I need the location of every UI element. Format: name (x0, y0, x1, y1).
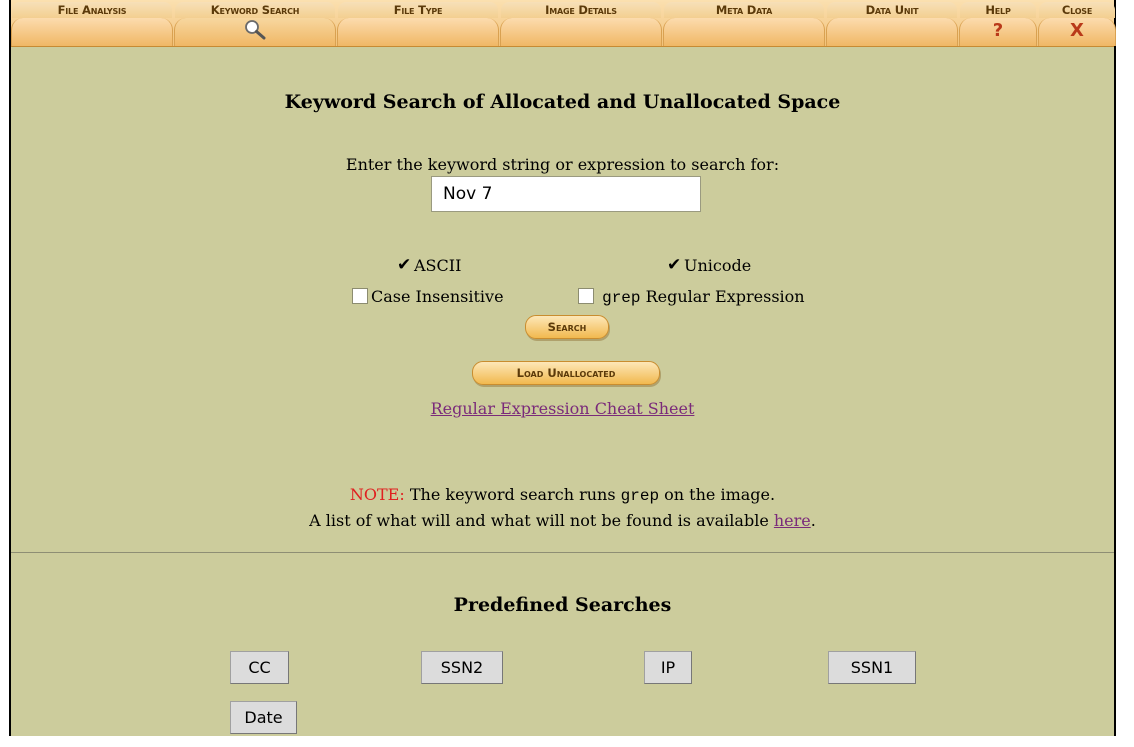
cheat-sheet-line: Regular Expression Cheat Sheet (11, 399, 1114, 418)
note-line2-text: A list of what will and what will not be… (309, 511, 774, 530)
grep-regex-checkbox[interactable] (578, 288, 594, 304)
tab-data-unit[interactable]: Data Unit (826, 2, 958, 46)
close-icon: X (1070, 20, 1084, 41)
tab-file-analysis[interactable]: File Analysis (11, 2, 173, 46)
unicode-option[interactable]: Unicode (667, 255, 752, 275)
case-insensitive-label: Case Insensitive (371, 287, 504, 306)
unicode-label: Unicode (684, 256, 752, 275)
predefined-date-button[interactable]: Date (230, 701, 297, 734)
note-text-after: on the image. (659, 485, 776, 504)
tab-keyword-search[interactable]: Keyword Search (174, 2, 336, 46)
section-divider (11, 552, 1114, 553)
tab-close-label: Close (1039, 2, 1115, 18)
case-insensitive-option[interactable]: Case Insensitive (352, 287, 504, 306)
predefined-cc-button[interactable]: CC (230, 651, 289, 684)
note-grep-code: grep (620, 487, 660, 505)
here-link[interactable]: here (774, 511, 811, 530)
ascii-option[interactable]: ASCII (397, 255, 462, 275)
magnifier-icon (175, 20, 335, 46)
cheat-sheet-link[interactable]: Regular Expression Cheat Sheet (431, 399, 695, 418)
note-label: NOTE: (349, 485, 405, 504)
app-frame: File Analysis Keyword Search File Type I… (9, 0, 1116, 736)
grep-regex-option[interactable]: grep Regular Expression (578, 287, 805, 307)
tab-file-type[interactable]: File Type (337, 2, 499, 46)
note-text-before: The keyword search runs (404, 485, 621, 504)
tab-help-label: Help (960, 2, 1036, 18)
search-input[interactable] (431, 176, 701, 212)
ascii-checkbox[interactable] (397, 255, 411, 275)
toolbar: File Analysis Keyword Search File Type I… (11, 0, 1116, 47)
tab-file-type-label: File Type (338, 2, 498, 18)
grep-code: grep (602, 289, 641, 307)
search-prompt: Enter the keyword string or expression t… (345, 155, 780, 174)
keyword-search-panel: Keyword Search of Allocated and Unalloca… (11, 47, 1114, 552)
tab-meta-data[interactable]: Meta Data (663, 2, 825, 46)
note-availability-line: A list of what will and what will not be… (11, 511, 1114, 530)
predefined-ip-button[interactable]: IP (644, 651, 692, 684)
search-button[interactable]: Search (525, 315, 609, 339)
note-line: NOTE: The keyword search runs grep on th… (11, 485, 1114, 505)
tab-help[interactable]: Help ? (959, 2, 1037, 46)
note-line2-period: . (810, 511, 816, 530)
page-title: Keyword Search of Allocated and Unalloca… (284, 91, 841, 113)
help-icon: ? (992, 20, 1004, 41)
tab-image-details[interactable]: Image Details (500, 2, 662, 46)
tab-close[interactable]: Close X (1038, 2, 1116, 46)
case-insensitive-checkbox[interactable] (352, 288, 368, 304)
tab-data-unit-label: Data Unit (827, 2, 957, 18)
predefined-searches-title: Predefined Searches (453, 594, 672, 616)
tab-file-analysis-label: File Analysis (12, 2, 172, 18)
tab-meta-data-label: Meta Data (664, 2, 824, 18)
load-unallocated-button[interactable]: Load Unallocated (472, 361, 660, 385)
unicode-checkbox[interactable] (667, 255, 681, 275)
tab-keyword-search-label: Keyword Search (175, 2, 335, 18)
tab-image-details-label: Image Details (501, 2, 661, 18)
predefined-ssn2-button[interactable]: SSN2 (421, 651, 503, 684)
ascii-label: ASCII (414, 256, 462, 275)
predefined-ssn1-button[interactable]: SSN1 (828, 651, 916, 684)
grep-regex-label: Regular Expression (640, 287, 805, 306)
